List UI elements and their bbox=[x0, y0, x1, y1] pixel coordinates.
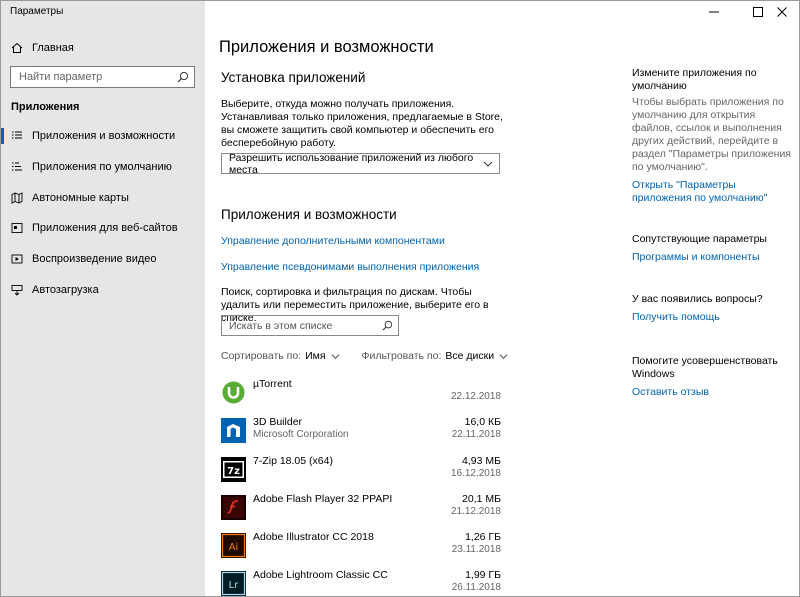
app-size: 4,93 МБ bbox=[462, 455, 501, 467]
svg-text:Ai: Ai bbox=[229, 542, 239, 553]
apps-features-heading: Приложения и возможности bbox=[221, 207, 397, 222]
settings-window: Параметры Главная Найти параметр Приложе… bbox=[0, 0, 800, 597]
list-icon bbox=[12, 131, 22, 139]
settings-search-input[interactable]: Найти параметр bbox=[10, 66, 195, 88]
app-list-item[interactable]: Ai Adobe Illustrator CC 2018 1,26 ГБ 23.… bbox=[221, 530, 501, 568]
filter-dropdown[interactable]: Все диски bbox=[445, 350, 494, 362]
install-source-value: Разрешить использование приложений из лю… bbox=[229, 151, 474, 176]
app-size: 1,99 ГБ bbox=[465, 569, 501, 581]
sidebar-section-title: Приложения bbox=[11, 101, 80, 113]
defaults-heading: Измените приложения по умолчанию bbox=[632, 67, 757, 92]
app-size: 20,1 МБ bbox=[462, 493, 501, 505]
filter-label: Фильтровать по: bbox=[361, 350, 442, 362]
sidebar-item-label: Приложения и возможности bbox=[32, 130, 176, 142]
app-list-item[interactable]: 7z 7-Zip 18.05 (x64) 4,93 МБ 16.12.2018 bbox=[221, 454, 501, 492]
feedback-heading: Помогите усовершенствовать Windows bbox=[632, 355, 778, 380]
sidebar-item-label: Автономные карты bbox=[32, 192, 129, 204]
map-icon bbox=[11, 192, 23, 204]
sort-filter-bar: Сортировать по: Имя Фильтровать по: Все … bbox=[221, 349, 508, 363]
get-help-link[interactable]: Получить помощь bbox=[632, 311, 792, 324]
default-apps-icon bbox=[12, 162, 22, 171]
startup-icon bbox=[11, 285, 23, 296]
app-name: Adobe Lightroom Classic CC bbox=[253, 569, 388, 581]
related-settings-panel: Сопутствующие параметры Программы и комп… bbox=[632, 233, 792, 264]
app-publisher: Microsoft Corporation bbox=[253, 429, 349, 440]
app-date: 26.11.2018 bbox=[451, 582, 501, 593]
settings-search-placeholder: Найти параметр bbox=[19, 71, 103, 83]
related-heading: Сопутствующие параметры bbox=[632, 233, 767, 245]
app-date: 23.11.2018 bbox=[451, 544, 501, 555]
sidebar-item-default-apps[interactable]: Приложения по умолчанию bbox=[1, 155, 205, 179]
3d-builder-icon bbox=[221, 418, 246, 443]
chevron-down-icon[interactable] bbox=[331, 352, 340, 361]
app-date: 22.12.2018 bbox=[450, 391, 501, 402]
defaults-panel: Измените приложения по умолчанию Чтобы в… bbox=[632, 67, 792, 205]
flash-icon bbox=[221, 495, 246, 520]
page-title: Приложения и возможности bbox=[219, 38, 434, 56]
web-apps-icon bbox=[11, 223, 23, 233]
app-name: 7-Zip 18.05 (x64) bbox=[253, 455, 333, 467]
lightroom-icon: Lr bbox=[221, 571, 246, 596]
app-date: 16.12.2018 bbox=[450, 468, 501, 479]
app-name: 3D Builder bbox=[253, 416, 303, 428]
sort-dropdown[interactable]: Имя bbox=[305, 350, 325, 362]
sidebar-item-offline-maps[interactable]: Автономные карты bbox=[1, 186, 205, 210]
programs-features-link[interactable]: Программы и компоненты bbox=[632, 251, 792, 264]
chevron-down-icon bbox=[483, 161, 493, 167]
utorrent-icon bbox=[222, 381, 245, 404]
install-apps-heading: Установка приложений bbox=[221, 70, 366, 85]
sidebar-item-label: Воспроизведение видео bbox=[32, 253, 157, 265]
open-defaults-link[interactable]: Открыть "Параметры приложения по умолчан… bbox=[632, 179, 792, 205]
7zip-icon: 7z bbox=[221, 457, 246, 482]
app-name: Adobe Flash Player 32 PPAPI bbox=[253, 493, 393, 505]
sidebar-item-startup[interactable]: Автозагрузка bbox=[1, 278, 205, 302]
sidebar-item-video-playback[interactable]: Воспроизведение видео bbox=[1, 247, 205, 271]
app-list-item[interactable]: 3D Builder Microsoft Corporation 16,0 КБ… bbox=[221, 415, 501, 453]
optional-features-link[interactable]: Управление дополнительными компонентами bbox=[221, 235, 445, 247]
sidebar-item-web-apps[interactable]: Приложения для веб-сайтов bbox=[1, 216, 205, 240]
chevron-down-icon[interactable] bbox=[499, 352, 508, 361]
app-list-search-placeholder: Искать в этом списке bbox=[229, 319, 333, 332]
svg-text:Lr: Lr bbox=[229, 580, 240, 591]
app-list-search-input[interactable]: Искать в этом списке bbox=[221, 315, 399, 336]
app-list-item[interactable]: Lr Adobe Lightroom Classic CC 1,99 ГБ 26… bbox=[221, 568, 501, 596]
install-apps-description: Выберите, откуда можно получать приложен… bbox=[221, 98, 503, 149]
sidebar-item-label: Приложения по умолчанию bbox=[32, 161, 172, 173]
sort-label: Сортировать по: bbox=[221, 350, 302, 362]
sidebar-item-apps-features[interactable]: Приложения и возможности bbox=[1, 124, 205, 148]
app-list-item[interactable]: Adobe Flash Player 32 PPAPI 20,1 МБ 21.1… bbox=[221, 492, 501, 530]
home-nav-item[interactable]: Главная bbox=[11, 39, 74, 57]
search-icon[interactable] bbox=[382, 320, 393, 331]
svg-text:7z: 7z bbox=[227, 466, 240, 477]
app-date: 22.11.2018 bbox=[451, 429, 501, 440]
sidebar-item-label: Приложения для веб-сайтов bbox=[32, 222, 178, 234]
defaults-text: Чтобы выбрать приложения по умолчанию дл… bbox=[632, 96, 791, 173]
home-icon bbox=[11, 42, 23, 53]
help-panel: У вас появились вопросы? Получить помощь bbox=[632, 293, 792, 324]
feedback-panel: Помогите усовершенствовать Windows Остав… bbox=[632, 355, 792, 399]
app-size: 1,26 ГБ bbox=[465, 531, 501, 543]
app-size: 16,0 КБ bbox=[464, 416, 501, 428]
app-name: Adobe Illustrator CC 2018 bbox=[253, 531, 374, 543]
home-label: Главная bbox=[32, 42, 74, 54]
window-title: Параметры bbox=[10, 6, 64, 17]
illustrator-icon: Ai bbox=[221, 533, 246, 558]
app-execution-aliases-link[interactable]: Управление псевдонимами выполнения прило… bbox=[221, 261, 479, 273]
sidebar: Параметры Главная Найти параметр Приложе… bbox=[1, 1, 205, 596]
install-source-dropdown[interactable]: Разрешить использование приложений из лю… bbox=[221, 151, 500, 176]
sidebar-item-label: Автозагрузка bbox=[32, 284, 99, 296]
app-list-item[interactable]: µTorrent 22.12.2018 bbox=[221, 377, 501, 415]
help-heading: У вас появились вопросы? bbox=[632, 293, 763, 305]
video-icon bbox=[11, 254, 23, 264]
search-icon[interactable] bbox=[177, 71, 189, 83]
give-feedback-link[interactable]: Оставить отзыв bbox=[632, 386, 792, 399]
app-name: µTorrent bbox=[253, 378, 292, 390]
app-date: 21.12.2018 bbox=[450, 506, 501, 517]
